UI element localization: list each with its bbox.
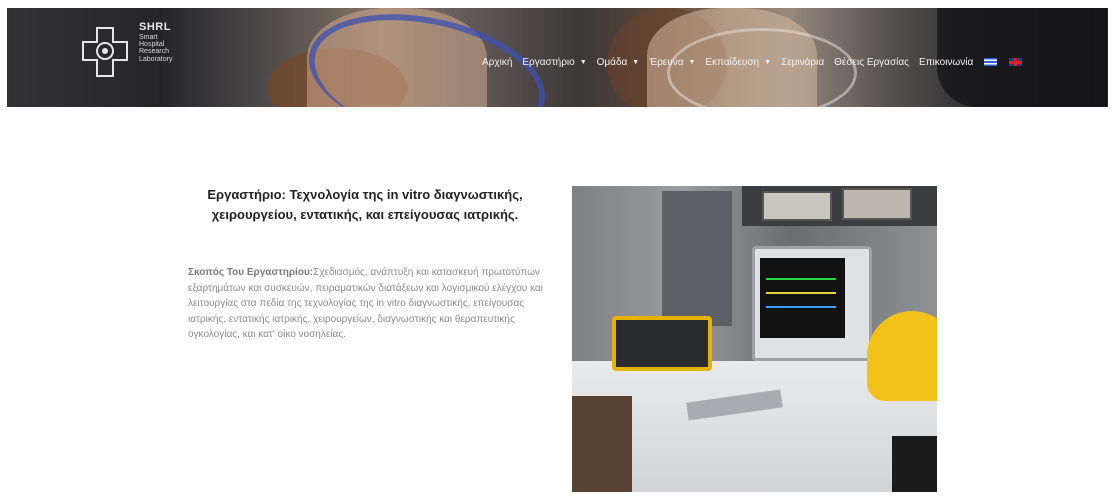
photo-chair (892, 436, 937, 492)
nav-item-laboratory[interactable]: Εργαστήριο ▼ (517, 57, 591, 68)
nav-item-label: Επικοινωνία (918, 56, 974, 68)
nav-item-label: Θέσεις Εργασίας (834, 56, 909, 68)
greek-flag-icon[interactable] (984, 58, 998, 66)
logo-subtitle-line: Laboratory (139, 55, 173, 63)
nav-item-seminars[interactable]: Σεμινάρια (776, 57, 829, 68)
logo-subtitle-line: Research (139, 48, 169, 56)
logo-subtitle-line: Hospital (139, 40, 165, 48)
caret-down-icon: ▼ (579, 58, 587, 66)
lab-equipment-photo (572, 186, 937, 492)
lab-purpose-paragraph: Σκοπός Του Εργαστηρίου:Σχεδιασμός, ανάπτ… (188, 265, 543, 343)
lab-purpose-label: Σκοπός Του Εργαστηρίου: (188, 267, 314, 278)
photo-oscilloscope (842, 188, 912, 220)
logo-gear-cross-icon (82, 27, 128, 77)
main-nav: Αρχική Εργαστήριο ▼ Ομάδα ▼ Έρευνα ▼ Εκπαίδ… (477, 54, 1028, 70)
photo-chair (572, 396, 632, 492)
page-heading-line: Εργαστήριο: Τεχνολογία της in vitro διαγ… (207, 187, 523, 202)
nav-item-team[interactable]: Ομάδα ▼ (592, 57, 645, 68)
nav-item-label: Ομάδα (596, 56, 628, 68)
hero-header: SHRL Smart Hospital Research Laboratory … (7, 8, 1108, 107)
caret-down-icon: ▼ (764, 58, 772, 66)
photo-oscilloscope (762, 191, 832, 221)
nav-item-label: Εργαστήριο (522, 56, 575, 68)
nav-item-jobs[interactable]: Θέσεις Εργασίας (829, 57, 914, 68)
nav-item-label: Εκπαίδευση (705, 56, 760, 68)
nav-item-label: Έρευνα (649, 56, 684, 68)
caret-down-icon: ▼ (632, 58, 640, 66)
caret-down-icon: ▼ (688, 58, 696, 66)
photo-monitor-screen (760, 258, 845, 338)
lab-purpose-text: Σχεδιασμός, ανάπτυξη και κατασκευή πρωτο… (188, 267, 543, 341)
photo-cabinet (662, 191, 732, 326)
nav-item-label: Αρχική (482, 56, 513, 68)
site-logo[interactable]: SHRL Smart Hospital Research Laboratory (77, 16, 187, 86)
page-heading: Εργαστήριο: Τεχνολογία της in vitro διαγ… (180, 185, 550, 225)
nav-item-contact[interactable]: Επικοινωνία (914, 57, 978, 68)
uk-flag-icon[interactable] (1009, 58, 1023, 66)
logo-title: SHRL (139, 21, 171, 33)
nav-item-education[interactable]: Εκπαίδευση ▼ (700, 57, 776, 68)
logo-subtitle-line: Smart (139, 33, 158, 41)
photo-test-device (612, 316, 712, 371)
logo-text: SHRL Smart Hospital Research Laboratory (139, 21, 173, 63)
nav-item-research[interactable]: Έρευνα ▼ (644, 57, 700, 68)
page-heading-line: χειρουργείου, εντατικής, και επείγουσας … (211, 207, 519, 222)
nav-item-home[interactable]: Αρχική (477, 57, 517, 68)
nav-item-label: Σεμινάρια (781, 56, 825, 68)
